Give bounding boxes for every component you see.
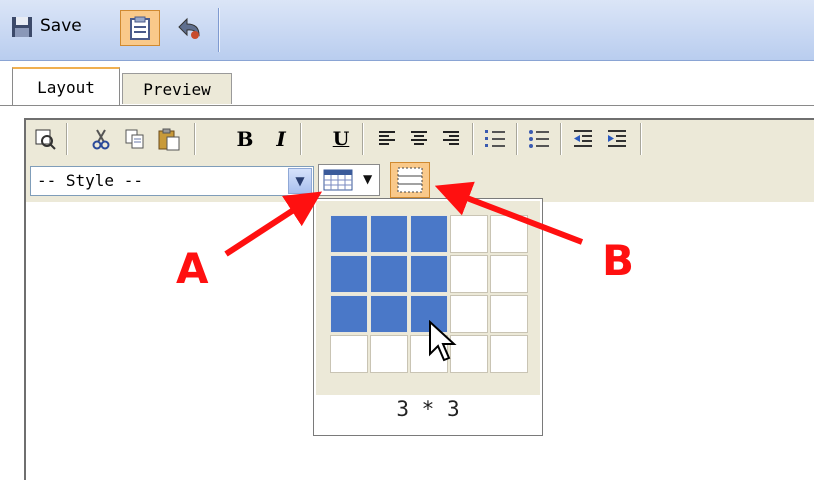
arrow-b <box>434 181 584 245</box>
annotation-label-a: A <box>176 244 209 293</box>
annotation-arrows <box>224 181 584 257</box>
annotation-label-b: B <box>602 236 635 285</box>
arrow-a <box>224 191 323 257</box>
